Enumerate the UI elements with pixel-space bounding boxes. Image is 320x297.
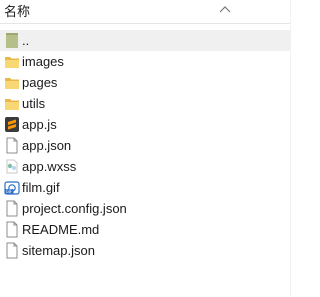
generic-file-icon xyxy=(6,200,18,217)
item-label: app.json xyxy=(22,138,72,153)
sublime-text-file-icon xyxy=(5,117,19,132)
wxss-file-icon xyxy=(6,159,18,174)
item-label: .. xyxy=(22,33,30,48)
list-item-readme-md[interactable]: README.md xyxy=(0,219,291,240)
list-item-app-wxss[interactable]: app.wxss xyxy=(0,156,291,177)
generic-file-icon xyxy=(6,242,18,259)
item-label: sitemap.json xyxy=(22,243,95,258)
folder-icon xyxy=(5,78,19,89)
list-item-pages[interactable]: pages xyxy=(0,72,291,93)
folder-icon xyxy=(5,99,19,110)
list-item-app-js[interactable]: app.js xyxy=(0,114,291,135)
name-column-header[interactable]: 名称 xyxy=(4,4,30,20)
generic-file-icon xyxy=(6,137,18,154)
generic-file-icon xyxy=(6,221,18,238)
item-label: app.js xyxy=(22,117,57,132)
item-label: pages xyxy=(22,75,58,90)
item-label: film.gif xyxy=(22,180,60,195)
parent-folder-icon xyxy=(6,33,18,48)
list-item-parent[interactable]: .. xyxy=(0,30,291,51)
gif-image-file-icon: GIF xyxy=(4,181,20,195)
item-label: utils xyxy=(22,96,46,111)
file-list: .. images pages utils app.js app.json ap… xyxy=(0,30,291,261)
list-item-sitemap-json[interactable]: sitemap.json xyxy=(0,240,291,261)
item-label: images xyxy=(22,54,64,69)
item-label: app.wxss xyxy=(22,159,77,174)
list-item-utils[interactable]: utils xyxy=(0,93,291,114)
pane-divider xyxy=(290,0,291,297)
list-item-images[interactable]: images xyxy=(0,51,291,72)
file-list-pane: 名称 .. images pages utils app.js app.json… xyxy=(0,0,291,297)
list-item-film-gif[interactable]: GIF film.gif xyxy=(0,177,291,198)
svg-text:GIF: GIF xyxy=(6,189,13,194)
list-item-project-config-json[interactable]: project.config.json xyxy=(0,198,291,219)
item-label: project.config.json xyxy=(22,201,127,216)
folder-icon xyxy=(5,57,19,68)
list-item-app-json[interactable]: app.json xyxy=(0,135,291,156)
column-header[interactable]: 名称 xyxy=(0,0,291,24)
item-label: README.md xyxy=(22,222,100,237)
chevron-up-icon xyxy=(219,6,231,13)
